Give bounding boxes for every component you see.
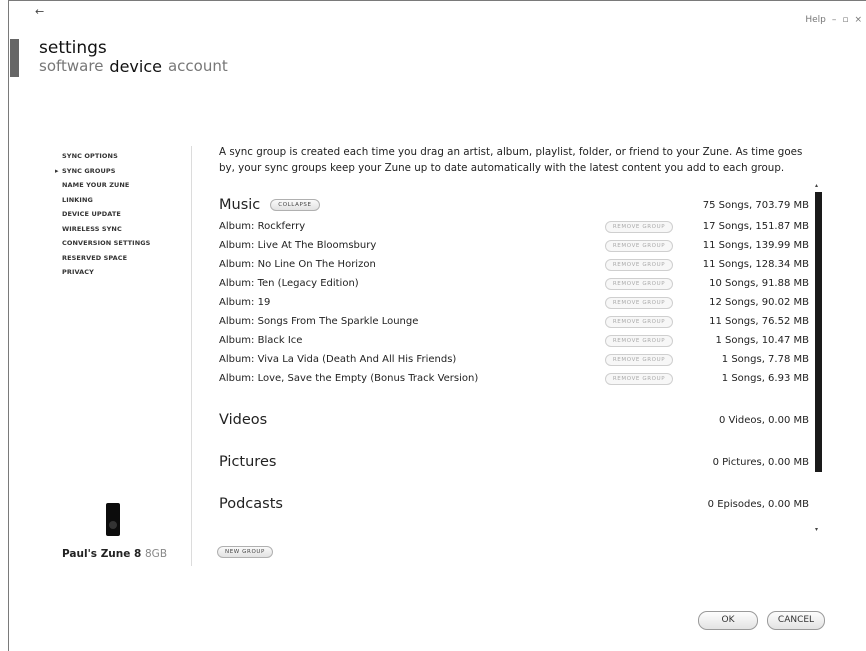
window-controls: Help – ▫ × <box>805 15 862 25</box>
sidebar-item-wireless-sync[interactable]: WIRELESS SYNC <box>62 222 150 237</box>
album-size: 1 Songs, 7.78 MB <box>721 354 809 365</box>
podcasts-group-title: Podcasts <box>219 496 283 512</box>
device-name: Paul's Zune 8 8GB <box>62 548 167 560</box>
device-name-label: Paul's Zune 8 <box>62 548 142 560</box>
album-row[interactable]: Album: Rockferry REMOVE GROUP 17 Songs, … <box>219 217 809 236</box>
page-title: settings <box>39 38 107 58</box>
scrollbar-thumb[interactable] <box>815 192 822 472</box>
album-size: 17 Songs, 151.87 MB <box>702 221 809 232</box>
sync-groups-list: Music COLLAPSE 75 Songs, 703.79 MB Album… <box>219 193 809 516</box>
scroll-down-icon[interactable]: ▾ <box>815 526 818 533</box>
remove-group-button[interactable]: REMOVE GROUP <box>604 221 674 233</box>
remove-group-button[interactable]: REMOVE GROUP <box>604 259 674 271</box>
sidebar-item-linking[interactable]: LINKING <box>62 193 150 208</box>
videos-summary: 0 Videos, 0.00 MB <box>718 414 809 426</box>
album-name: Album: 19 <box>219 297 271 308</box>
remove-group-button[interactable]: REMOVE GROUP <box>604 354 674 366</box>
album-name: Album: Rockferry <box>219 221 306 232</box>
remove-group-button[interactable]: REMOVE GROUP <box>604 278 674 290</box>
sidebar-item-sync-options[interactable]: SYNC OPTIONS <box>62 149 150 164</box>
album-size: 11 Songs, 139.99 MB <box>702 240 809 251</box>
sidebar-nav: SYNC OPTIONS SYNC GROUPS NAME YOUR ZUNE … <box>55 149 150 280</box>
help-link[interactable]: Help <box>805 15 826 25</box>
zune-device-icon <box>106 503 120 536</box>
sidebar-item-conversion-settings[interactable]: CONVERSION SETTINGS <box>62 236 150 251</box>
sidebar-item-reserved-space[interactable]: RESERVED SPACE <box>62 251 150 266</box>
tab-device[interactable]: device <box>109 57 162 76</box>
device-capacity: 8GB <box>145 548 168 560</box>
album-size: 10 Songs, 91.88 MB <box>709 278 809 289</box>
album-row[interactable]: Album: Ten (Legacy Edition) REMOVE GROUP… <box>219 274 809 293</box>
back-arrow-icon[interactable]: ← <box>35 5 44 18</box>
album-size: 11 Songs, 128.34 MB <box>702 259 809 270</box>
scroll-up-icon[interactable]: ▴ <box>815 182 818 189</box>
sidebar-item-device-update[interactable]: DEVICE UPDATE <box>62 207 150 222</box>
ok-button[interactable]: OK <box>698 611 758 630</box>
album-name: Album: No Line On The Horizon <box>219 259 376 270</box>
settings-tabs: software device account <box>39 57 228 76</box>
music-summary: 75 Songs, 703.79 MB <box>702 199 809 211</box>
remove-group-button[interactable]: REMOVE GROUP <box>604 316 674 328</box>
album-row[interactable]: Album: Live At The Bloomsbury REMOVE GRO… <box>219 236 809 255</box>
album-row[interactable]: Album: Black Ice REMOVE GROUP 1 Songs, 1… <box>219 331 809 350</box>
restore-icon[interactable]: ▫ <box>842 15 848 25</box>
music-group-header: Music COLLAPSE 75 Songs, 703.79 MB <box>219 193 809 217</box>
album-size: 1 Songs, 10.47 MB <box>715 335 809 346</box>
remove-group-button[interactable]: REMOVE GROUP <box>604 335 674 347</box>
album-row[interactable]: Album: Love, Save the Empty (Bonus Track… <box>219 369 809 388</box>
new-group-button[interactable]: NEW GROUP <box>217 546 273 558</box>
album-row[interactable]: Album: 19 REMOVE GROUP 12 Songs, 90.02 M… <box>219 293 809 312</box>
pictures-summary: 0 Pictures, 0.00 MB <box>712 456 809 468</box>
sidebar-item-sync-groups[interactable]: SYNC GROUPS <box>55 164 150 179</box>
close-icon[interactable]: × <box>854 15 862 25</box>
sidebar-item-name-your-zune[interactable]: NAME YOUR ZUNE <box>62 178 150 193</box>
accent-bar <box>10 39 19 77</box>
sidebar-divider <box>191 146 192 566</box>
pictures-group-title: Pictures <box>219 454 277 470</box>
remove-group-button[interactable]: REMOVE GROUP <box>604 297 674 309</box>
sidebar-item-privacy[interactable]: PRIVACY <box>62 265 150 280</box>
music-group-title: Music <box>219 197 261 213</box>
album-size: 11 Songs, 76.52 MB <box>709 316 809 327</box>
podcasts-group-header[interactable]: Podcasts 0 Episodes, 0.00 MB <box>219 492 809 516</box>
intro-text: A sync group is created each time you dr… <box>219 146 803 174</box>
remove-group-button[interactable]: REMOVE GROUP <box>604 240 674 252</box>
new-group-wrapper: NEW GROUP <box>217 538 273 558</box>
podcasts-summary: 0 Episodes, 0.00 MB <box>707 498 809 510</box>
album-name: Album: Black Ice <box>219 335 303 346</box>
pictures-group-header[interactable]: Pictures 0 Pictures, 0.00 MB <box>219 450 809 474</box>
collapse-button[interactable]: COLLAPSE <box>270 199 320 211</box>
cancel-button[interactable]: CANCEL <box>767 611 825 630</box>
videos-group-header[interactable]: Videos 0 Videos, 0.00 MB <box>219 408 809 432</box>
album-row[interactable]: Album: No Line On The Horizon REMOVE GRO… <box>219 255 809 274</box>
videos-group-title: Videos <box>219 412 268 428</box>
album-row[interactable]: Album: Songs From The Sparkle Lounge REM… <box>219 312 809 331</box>
album-name: Album: Live At The Bloomsbury <box>219 240 377 251</box>
album-name: Album: Love, Save the Empty (Bonus Track… <box>219 373 479 384</box>
album-name: Album: Songs From The Sparkle Lounge <box>219 316 419 327</box>
tab-software[interactable]: software <box>39 57 103 76</box>
minimize-icon[interactable]: – <box>832 15 837 25</box>
remove-group-button[interactable]: REMOVE GROUP <box>604 373 674 385</box>
album-row[interactable]: Album: Viva La Vida (Death And All His F… <box>219 350 809 369</box>
album-name: Album: Ten (Legacy Edition) <box>219 278 359 289</box>
album-name: Album: Viva La Vida (Death And All His F… <box>219 354 457 365</box>
tab-account[interactable]: account <box>168 57 228 76</box>
album-size: 1 Songs, 6.93 MB <box>721 373 809 384</box>
album-size: 12 Songs, 90.02 MB <box>709 297 809 308</box>
